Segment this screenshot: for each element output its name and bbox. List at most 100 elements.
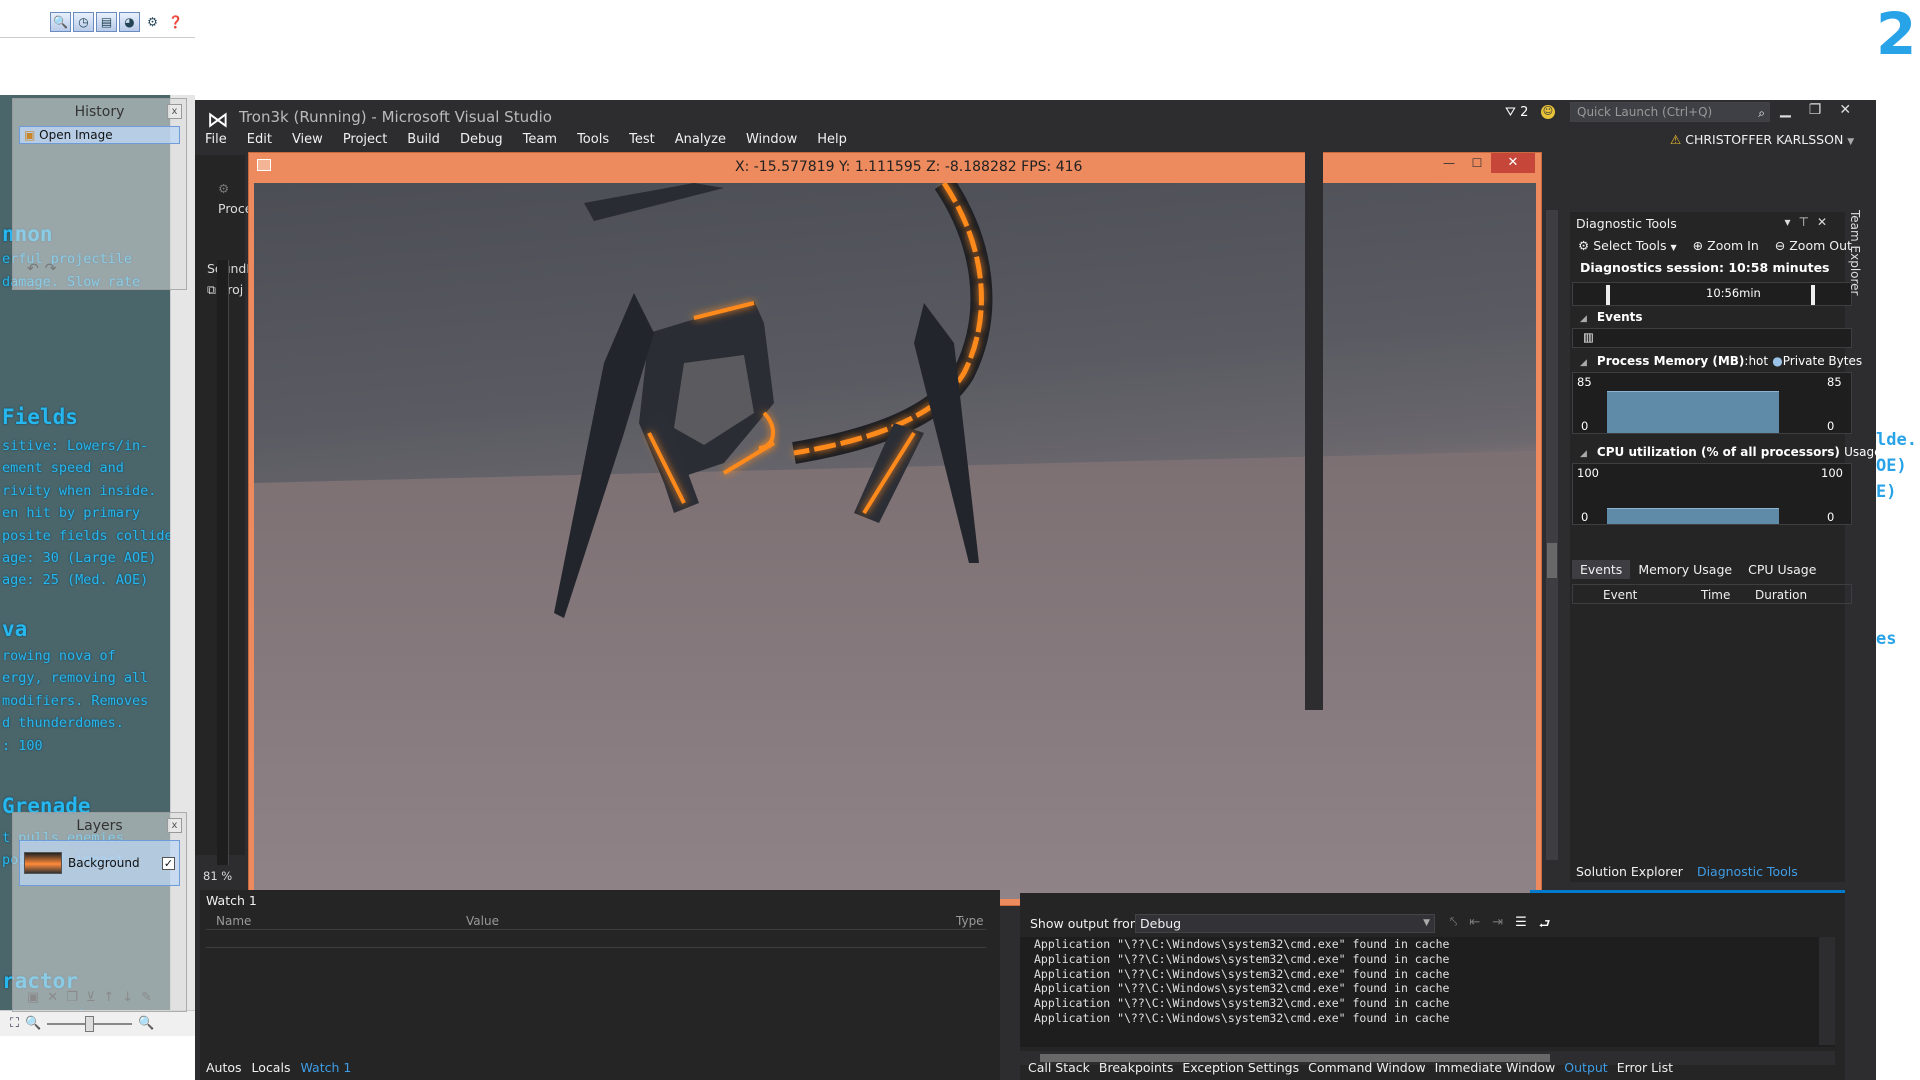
scrollbar-thumb[interactable]	[1547, 543, 1557, 578]
search-icon[interactable]: ⌕	[1758, 104, 1765, 122]
menu-debug[interactable]: Debug	[460, 132, 503, 147]
restore-icon[interactable]: ❐	[1809, 102, 1822, 118]
next-message-icon[interactable]: ⇥	[1492, 915, 1503, 937]
tab-output[interactable]: Output	[1564, 1060, 1607, 1075]
fit-window-icon[interactable]: ⛶	[10, 1016, 19, 1031]
game-viewport[interactable]	[254, 183, 1536, 899]
zoom-in-button[interactable]: ⊕ Zoom In	[1693, 238, 1759, 253]
menu-view[interactable]: View	[292, 132, 323, 147]
minimize-icon[interactable]: ▁	[1780, 102, 1791, 118]
duplicate-layer-icon[interactable]: ❐	[66, 990, 86, 1005]
help-icon[interactable]: ❓	[165, 12, 186, 32]
collapse-icon[interactable]: ◢	[1580, 449, 1587, 459]
cpu-header[interactable]: ◢ CPU utilization (% of all processors) U…	[1580, 445, 1881, 459]
find-message-icon[interactable]: ⤣	[1450, 915, 1457, 937]
history-window[interactable]: History x ▣ Open Image ↶↷	[12, 98, 187, 290]
memory-header[interactable]: ◢ Process Memory (MB):hot ●Private Bytes	[1580, 354, 1862, 368]
notifications[interactable]: ⛛ 2	[1505, 105, 1528, 120]
menu-team[interactable]: Team	[523, 132, 557, 147]
menu-tools[interactable]: Tools	[577, 132, 609, 147]
close-icon[interactable]: ✕	[1839, 102, 1851, 118]
menu-build[interactable]: Build	[407, 132, 440, 147]
colors-icon[interactable]: ◕	[119, 12, 140, 32]
editor-vertical-scrollbar[interactable]	[1546, 210, 1558, 860]
col-name[interactable]: Name	[216, 914, 251, 928]
game-window[interactable]: X: -15.577819 Y: 1.111595 Z: -8.188282 F…	[248, 152, 1542, 906]
tab-immediate-window[interactable]: Immediate Window	[1435, 1060, 1556, 1075]
tab-exception-settings[interactable]: Exception Settings	[1182, 1060, 1299, 1075]
watch-row[interactable]	[206, 932, 986, 948]
col-event[interactable]: Event	[1603, 588, 1637, 602]
zoom-slider[interactable]	[47, 1015, 133, 1032]
minimize-icon[interactable]: —	[1435, 153, 1463, 173]
user-account[interactable]: ⚠ CHRISTOFFER KARLSSON ▼	[1670, 132, 1854, 147]
zoom-slider-knob[interactable]	[85, 1015, 95, 1032]
events-header[interactable]: ◢ Events	[1580, 310, 1643, 324]
timeline-start-marker[interactable]	[1606, 285, 1610, 305]
editor-zoom[interactable]: 81 %	[203, 869, 232, 883]
move-up-icon[interactable]: ↑	[103, 990, 122, 1005]
output-text[interactable]: Application "\??\C:\Windows\system32\cmd…	[1020, 937, 1835, 1065]
history-item[interactable]: ▣ Open Image	[19, 126, 180, 144]
delete-layer-icon[interactable]: ✕	[47, 990, 66, 1005]
tab-memory-usage[interactable]: Memory Usage	[1630, 560, 1740, 579]
layer-visible-checkbox[interactable]: ✓	[162, 857, 175, 870]
close-icon[interactable]: ✕	[1817, 215, 1835, 229]
zoom-in-icon[interactable]: 🔍	[138, 1016, 154, 1031]
timeline-end-marker[interactable]	[1811, 285, 1815, 305]
menu-help[interactable]: Help	[817, 132, 847, 147]
move-down-icon[interactable]: ↓	[122, 990, 141, 1005]
quick-launch-input[interactable]: Quick Launch (Ctrl+Q) ⌕	[1570, 102, 1770, 122]
undo-redo-icons[interactable]: ↶↷	[27, 261, 62, 277]
layer-tools[interactable]: ▣✕❐⊻↑↓✎	[27, 990, 160, 1005]
close-icon[interactable]: ✕	[1491, 153, 1535, 173]
tab-command-window[interactable]: Command Window	[1308, 1060, 1426, 1075]
undo-icon[interactable]: ↶	[27, 261, 45, 277]
menu-edit[interactable]: Edit	[247, 132, 272, 147]
tab-autos[interactable]: Autos	[206, 1060, 242, 1075]
close-icon[interactable]: x	[167, 104, 182, 119]
settings-icon[interactable]: ⚙	[142, 12, 163, 32]
feedback-smiley-icon[interactable]: ☺	[1541, 105, 1555, 119]
layers-icon[interactable]: ▤	[96, 12, 117, 32]
collapse-icon[interactable]: ◢	[1580, 358, 1587, 368]
tab-solution-explorer[interactable]: Solution Explorer	[1576, 864, 1683, 879]
chevron-down-icon[interactable]: ▾	[1784, 215, 1798, 229]
select-tools-button[interactable]: ⚙ Select Tools ▼	[1578, 238, 1677, 253]
output-vertical-scrollbar[interactable]	[1819, 937, 1835, 1045]
col-time[interactable]: Time	[1701, 588, 1730, 602]
clear-all-icon[interactable]: ☰	[1515, 915, 1527, 937]
menu-analyze[interactable]: Analyze	[675, 132, 726, 147]
properties-icon[interactable]: ✎	[141, 990, 160, 1005]
collapse-icon[interactable]: ◢	[1580, 314, 1587, 324]
add-layer-icon[interactable]: ▣	[27, 990, 47, 1005]
project-tab[interactable]: SoundP	[207, 261, 254, 276]
menu-project[interactable]: Project	[343, 132, 387, 147]
word-wrap-icon[interactable]: ⮐	[1539, 915, 1551, 937]
zoom-out-button[interactable]: ⊖ Zoom Out	[1775, 238, 1852, 253]
zoom-out-icon[interactable]: 🔍	[25, 1016, 41, 1031]
col-type[interactable]: Type	[956, 914, 984, 928]
tab-locals[interactable]: Locals	[252, 1060, 291, 1075]
layer-row[interactable]: Background ✓	[19, 840, 180, 886]
tab-events[interactable]: Events	[1572, 560, 1631, 579]
pin-icon[interactable]: ⊤	[1798, 215, 1816, 229]
tab-watch-1[interactable]: Watch 1	[300, 1060, 351, 1075]
tab-breakpoints[interactable]: Breakpoints	[1099, 1060, 1173, 1075]
output-source-select[interactable]: Debug ▼	[1135, 914, 1435, 933]
col-duration[interactable]: Duration	[1755, 588, 1807, 602]
menu-file[interactable]: File	[205, 132, 227, 147]
tab-call-stack[interactable]: Call Stack	[1028, 1060, 1090, 1075]
tab-diagnostic-tools[interactable]: Diagnostic Tools	[1697, 864, 1798, 879]
close-icon[interactable]: x	[167, 818, 182, 833]
tab-cpu-usage[interactable]: CPU Usage	[1740, 560, 1824, 579]
zoom-tool-icon[interactable]: 🔍	[50, 12, 71, 32]
redo-icon[interactable]: ↷	[45, 261, 63, 277]
menu-window[interactable]: Window	[746, 132, 797, 147]
history-icon[interactable]: ◷	[73, 12, 94, 32]
tab-error-list[interactable]: Error List	[1617, 1060, 1673, 1075]
menu-test[interactable]: Test	[629, 132, 655, 147]
layers-window[interactable]: Layers x Background ✓ ▣✕❐⊻↑↓✎	[12, 812, 187, 1012]
merge-layer-icon[interactable]: ⊻	[86, 990, 104, 1005]
prev-message-icon[interactable]: ⇤	[1469, 915, 1480, 937]
